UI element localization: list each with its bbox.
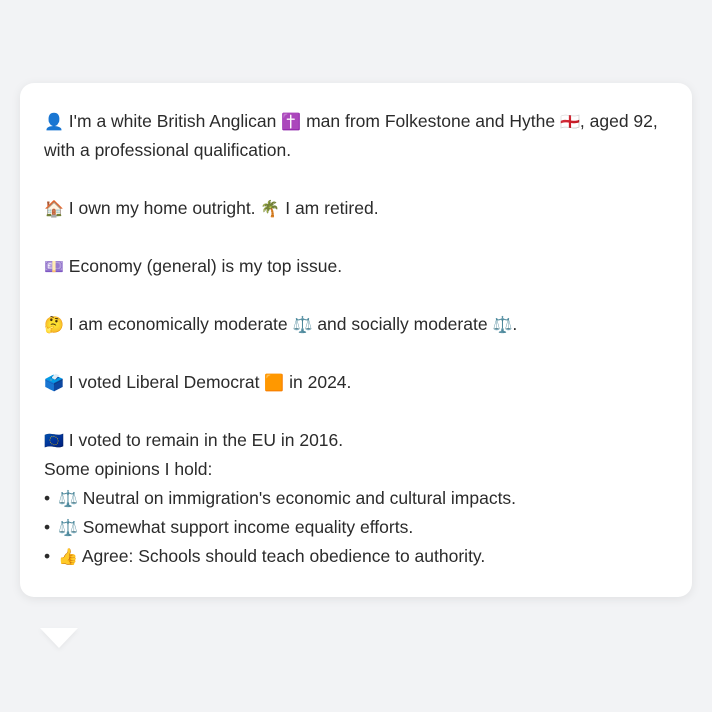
house-icon: 🏠 [44, 199, 64, 218]
person-icon: 👤 [44, 112, 64, 131]
home-line: 🏠 I own my home outright. 🌴 I am retired… [44, 194, 668, 223]
opinion-text: Neutral on immigration's economic and cu… [82, 488, 517, 508]
list-item: • 👍 Agree: Schools should teach obedience… [44, 542, 668, 571]
list-item: • ⚖️ Somewhat support income equality eff… [44, 513, 668, 542]
ideology-text-3: . [512, 314, 518, 334]
ideology-text-1: I am economically moderate [68, 314, 288, 334]
thinking-face-icon: 🤔 [44, 315, 64, 334]
bullet: • [44, 517, 51, 537]
identity-line: 👤 I'm a white British Anglican ✝️ man fr… [44, 107, 668, 165]
opinions-heading: Some opinions I hold: [44, 459, 213, 479]
profile-message-bubble: 👤 I'm a white British Anglican ✝️ man fr… [20, 83, 692, 597]
identity-text-1: I'm a white British Anglican [68, 111, 277, 131]
bullet: • [44, 488, 51, 508]
opinions-section: Some opinions I hold: • ⚖️ Neutral on imm… [44, 455, 668, 571]
scales-icon: ⚖️ [492, 315, 513, 334]
scales-icon: ⚖️ [292, 315, 313, 334]
ballot-box-icon: 🗳️ [44, 373, 64, 392]
opinion-text: Somewhat support income equality efforts… [82, 517, 414, 537]
ideology-text-2: and socially moderate [317, 314, 488, 334]
eu-vote-text: I voted to remain in the EU in 2016. [68, 430, 344, 450]
home-text-2: I am retired. [285, 198, 379, 218]
vote-2024-text-2: in 2024. [289, 372, 352, 392]
opinion-text: Agree: Schools should teach obedience to… [81, 546, 486, 566]
identity-text-2: man from Folkestone and Hythe [306, 111, 556, 131]
eu-flag-icon: 🇪🇺 [44, 431, 64, 450]
eu-vote-line: 🇪🇺 I voted to remain in the EU in 2016. [44, 426, 668, 455]
issue-line: 💷 Economy (general) is my top issue. [44, 252, 668, 281]
issue-text: Economy (general) is my top issue. [68, 256, 343, 276]
thumbs-up-icon: 👍 [58, 547, 78, 566]
england-flag-icon: 🏴󠁧󠁢󠁥󠁮󠁧󠁿 [559, 112, 580, 131]
scales-icon: ⚖️ [58, 518, 78, 537]
scales-icon: ⚖️ [58, 489, 78, 508]
bullet: • [44, 546, 51, 566]
opinions-list: • ⚖️ Neutral on immigration's economic an… [44, 484, 668, 571]
list-item: • ⚖️ Neutral on immigration's economic an… [44, 484, 668, 513]
home-text-1: I own my home outright. [68, 198, 256, 218]
orange-square-icon: 🟧 [264, 373, 285, 392]
palm-tree-icon: 🌴 [260, 199, 281, 218]
bubble-tail [40, 628, 78, 648]
vote-2024-text-1: I voted Liberal Democrat [68, 372, 260, 392]
cross-icon: ✝️ [281, 112, 302, 131]
ideology-line: 🤔 I am economically moderate ⚖️ and soci… [44, 310, 668, 339]
vote-2024-line: 🗳️ I voted Liberal Democrat 🟧 in 2024. [44, 368, 668, 397]
banknote-icon: 💷 [44, 257, 64, 276]
